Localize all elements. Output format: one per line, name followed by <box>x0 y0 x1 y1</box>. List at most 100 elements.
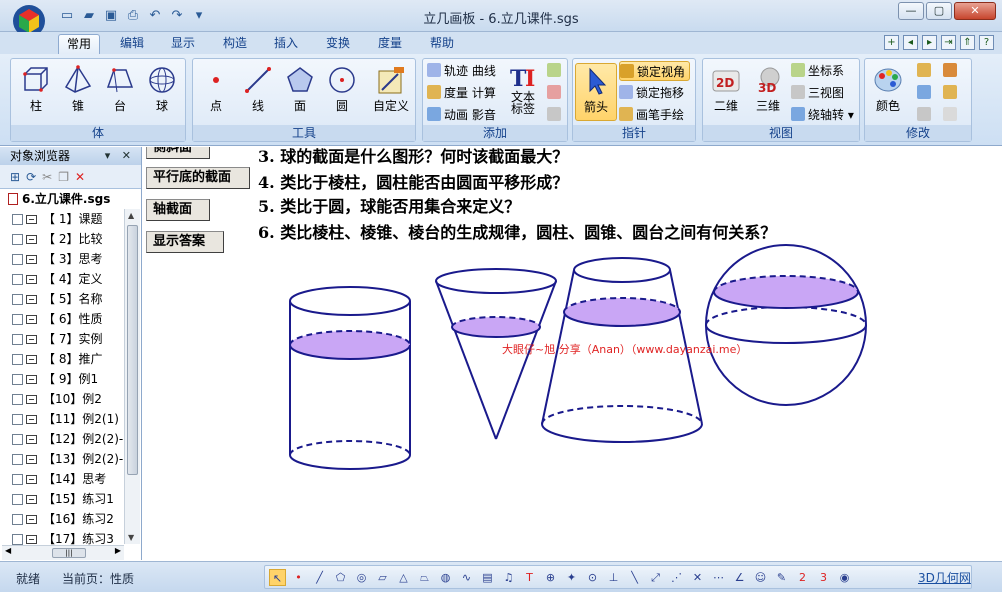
view-2d-small-icon[interactable]: 2 <box>794 569 811 586</box>
face-button[interactable]: 面 <box>279 63 321 121</box>
tab-edit[interactable]: 编辑 <box>112 34 152 54</box>
draw-sphere-icon[interactable]: ◍ <box>437 569 454 586</box>
sphere-shape[interactable] <box>705 244 867 406</box>
checkbox[interactable] <box>12 414 23 425</box>
point-on-icon[interactable]: ⊕ <box>542 569 559 586</box>
tab-common[interactable]: 常用 <box>58 34 101 54</box>
draw-circle-icon[interactable]: ◎ <box>353 569 370 586</box>
tab-transform[interactable]: 变换 <box>318 34 358 54</box>
dotline-icon[interactable]: ⋰ <box>668 569 685 586</box>
checkbox[interactable] <box>12 374 23 385</box>
checkbox[interactable] <box>12 334 23 345</box>
three-views-button[interactable]: 三视图 <box>791 83 844 103</box>
text-tool-icon[interactable]: T <box>521 569 538 586</box>
scroll-down-icon[interactable]: ▼ <box>128 533 134 542</box>
draw-line-icon[interactable]: ╱ <box>311 569 328 586</box>
page-list-item[interactable]: 【 4】定义 <box>0 269 124 289</box>
page-list-item[interactable]: 【 5】名称 <box>0 289 124 309</box>
custom-button[interactable]: 自定义 <box>369 63 413 121</box>
tab-construct[interactable]: 构造 <box>215 34 255 54</box>
checkbox[interactable] <box>12 394 23 405</box>
line-button[interactable]: 线 <box>237 63 279 121</box>
edit-tool-icon[interactable]: ✎ <box>773 569 790 586</box>
page-list-item[interactable]: 【16】练习2 <box>0 509 124 529</box>
view-3d-small-icon[interactable]: 3 <box>815 569 832 586</box>
page-list-item[interactable]: 【14】思考 <box>0 469 124 489</box>
frustum-button[interactable]: 台 <box>99 63 141 121</box>
refresh-icon[interactable]: ⟳ <box>26 170 36 184</box>
drawing-canvas[interactable]: 侧斜面 平行底的截面 轴截面 显示答案 3. 球的截面是什么图形？何时该截面最大… <box>144 147 996 560</box>
scroll-up-icon[interactable]: ▲ <box>128 211 134 220</box>
hscroll-thumb[interactable]: ||| <box>52 548 86 558</box>
checkbox[interactable] <box>12 454 23 465</box>
scroll-left-icon[interactable]: ◀ <box>5 546 11 555</box>
page-list-item[interactable]: 【 8】推广 <box>0 349 124 369</box>
page-list-item[interactable]: 【 9】例1 <box>0 369 124 389</box>
tab-help[interactable]: 帮助 <box>422 34 462 54</box>
tab-display[interactable]: 显示 <box>163 34 203 54</box>
maximize-button[interactable]: ▢ <box>926 2 952 20</box>
circle-button[interactable]: 圆 <box>321 63 363 121</box>
delete-icon[interactable]: ✕ <box>75 170 85 184</box>
diagonal-icon[interactable]: ⤢ <box>647 569 664 586</box>
locus-tool-icon[interactable]: ∿ <box>458 569 475 586</box>
checkbox[interactable] <box>12 514 23 525</box>
point-tool-button[interactable] <box>547 83 565 103</box>
xyz-button[interactable] <box>547 61 565 81</box>
copy-icon[interactable]: ❐ <box>58 170 69 184</box>
checkbox[interactable] <box>12 534 23 545</box>
checkbox[interactable] <box>12 494 23 505</box>
cross-icon[interactable]: ✕ <box>689 569 706 586</box>
freehand-button[interactable]: 画笔手绘 <box>619 105 684 125</box>
help-icon[interactable]: ? <box>979 35 994 50</box>
prism-button[interactable]: 柱 <box>15 63 57 121</box>
measure-tool-icon[interactable]: ▤ <box>479 569 496 586</box>
settings-button[interactable] <box>943 61 961 81</box>
segment-icon[interactable]: ╲ <box>626 569 643 586</box>
modify-cube-button[interactable] <box>917 105 935 125</box>
page-list-item[interactable]: 【11】例2(1) <box>0 409 124 429</box>
tab-insert[interactable]: 插入 <box>266 34 306 54</box>
cut-icon[interactable]: ✂ <box>42 170 52 184</box>
vertical-scrollbar[interactable]: ▲ ▼ <box>124 209 140 544</box>
eye-button[interactable] <box>547 105 565 125</box>
midpoint-icon[interactable]: ⊙ <box>584 569 601 586</box>
cylinder-shape[interactable] <box>289 286 411 470</box>
locus-curve-button[interactable]: 轨迹 曲线 <box>427 61 496 81</box>
scroll-right-icon[interactable]: ▶ <box>115 546 121 555</box>
checkbox[interactable] <box>12 294 23 305</box>
next-page-icon[interactable]: ▸ <box>922 35 937 50</box>
measure-calc-button[interactable]: 度量 计算 <box>427 83 496 103</box>
draw-point-icon[interactable]: • <box>290 569 307 586</box>
add-page-icon[interactable]: + <box>884 35 899 50</box>
panel-pin-close[interactable]: ▾ ✕ <box>105 147 135 165</box>
properties-button[interactable] <box>943 83 961 103</box>
lock-drag-button[interactable]: 锁定拖移 <box>619 83 684 103</box>
tree-root[interactable]: 6.立几课件.sgs <box>0 189 141 209</box>
rotate-axis-button[interactable]: 绕轴转 ▾ <box>791 105 854 125</box>
close-button[interactable]: ✕ <box>954 2 996 20</box>
tab-measure[interactable]: 度量 <box>370 34 410 54</box>
angle-icon[interactable]: ∠ <box>731 569 748 586</box>
checkbox[interactable] <box>12 434 23 445</box>
checkbox[interactable] <box>12 274 23 285</box>
draw-frustum-icon[interactable]: ⏢ <box>416 569 433 586</box>
page-list-item[interactable]: 【 7】实例 <box>0 329 124 349</box>
point-button[interactable]: 点 <box>195 63 237 121</box>
page-list-item[interactable]: 【 3】思考 <box>0 249 124 269</box>
checkbox[interactable] <box>12 234 23 245</box>
arrow-button[interactable]: 箭头 <box>575 63 617 121</box>
page-list-item[interactable]: 【 2】比较 <box>0 229 124 249</box>
draw-prism-icon[interactable]: ▱ <box>374 569 391 586</box>
minimize-button[interactable]: — <box>898 2 924 20</box>
grid-button[interactable] <box>943 105 961 125</box>
media-tool-icon[interactable]: ♫ <box>500 569 517 586</box>
page-list-item[interactable]: 【 1】课题 <box>0 209 124 229</box>
perpendicular-icon[interactable]: ⊥ <box>605 569 622 586</box>
view-3d-button[interactable]: 3D 三维 <box>747 63 789 121</box>
horizontal-scrollbar[interactable]: ◀ ||| ▶ <box>2 545 124 560</box>
website-link[interactable]: 3D几何网 <box>918 569 971 586</box>
lock-view-button[interactable]: 锁定视角 <box>619 61 691 81</box>
color-button[interactable]: 颜色 <box>867 63 909 121</box>
page-list-item[interactable]: 【 6】性质 <box>0 309 124 329</box>
